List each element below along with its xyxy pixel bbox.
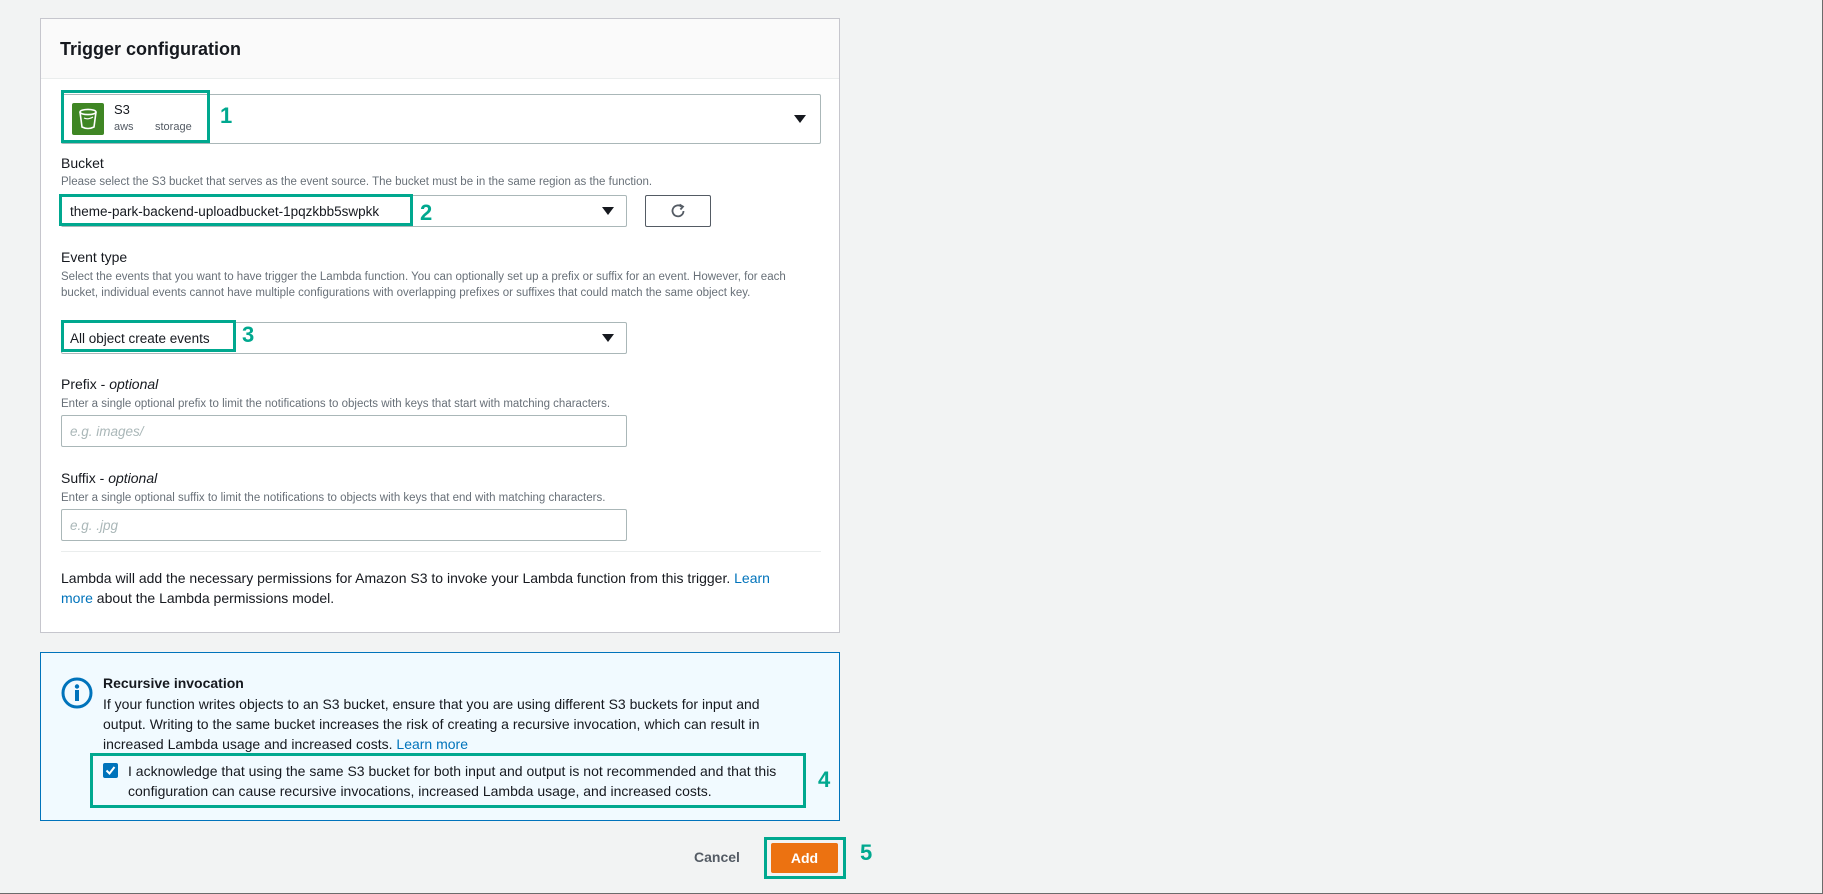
suffix-description: Enter a single optional suffix to limit … [61, 492, 606, 504]
panel-title: Trigger configuration [60, 39, 242, 59]
refresh-buckets-button[interactable] [645, 195, 711, 227]
info-icon [61, 677, 93, 709]
annotation-number-5: 5 [860, 840, 873, 865]
event-type-label: Event type [61, 249, 128, 265]
annotation-number-3: 3 [242, 322, 255, 347]
alert-body: If your function writes objects to an S3… [103, 696, 760, 752]
suffix-label: Suffix - optional [61, 470, 158, 486]
chevron-down-icon [602, 207, 614, 215]
permissions-note: Lambda will add the necessary permission… [61, 570, 770, 606]
chevron-down-icon [794, 115, 806, 123]
divider [61, 551, 821, 552]
prefix-placeholder: e.g. images/ [70, 424, 144, 439]
panel-header: Trigger configuration [41, 19, 839, 79]
event-type-description: Select the events that you want to have … [61, 271, 786, 299]
annotation-number-1: 1 [220, 103, 233, 128]
annotation-number-2: 2 [420, 200, 433, 225]
prefix-description: Enter a single optional prefix to limit … [61, 398, 611, 410]
chevron-down-icon [602, 334, 614, 342]
suffix-placeholder: e.g. .jpg [70, 518, 119, 533]
annotation-box-4 [90, 753, 806, 808]
bucket-label: Bucket [61, 155, 104, 171]
cancel-button[interactable]: Cancel [684, 845, 750, 869]
bucket-description: Please select the S3 bucket that serves … [61, 176, 653, 188]
annotation-number-4: 4 [818, 767, 831, 792]
annotation-box-2 [59, 194, 413, 226]
annotation-box-5 [764, 837, 846, 879]
prefix-input[interactable]: e.g. images/ [61, 415, 627, 447]
refresh-icon [671, 203, 685, 218]
suffix-input[interactable]: e.g. .jpg [61, 509, 627, 541]
alert-title: Recursive invocation [103, 675, 244, 691]
prefix-label: Prefix - optional [61, 376, 159, 392]
learn-more-recursive-link[interactable]: Learn more [396, 736, 468, 752]
annotation-box-1 [61, 90, 210, 143]
annotation-box-3 [61, 320, 236, 352]
